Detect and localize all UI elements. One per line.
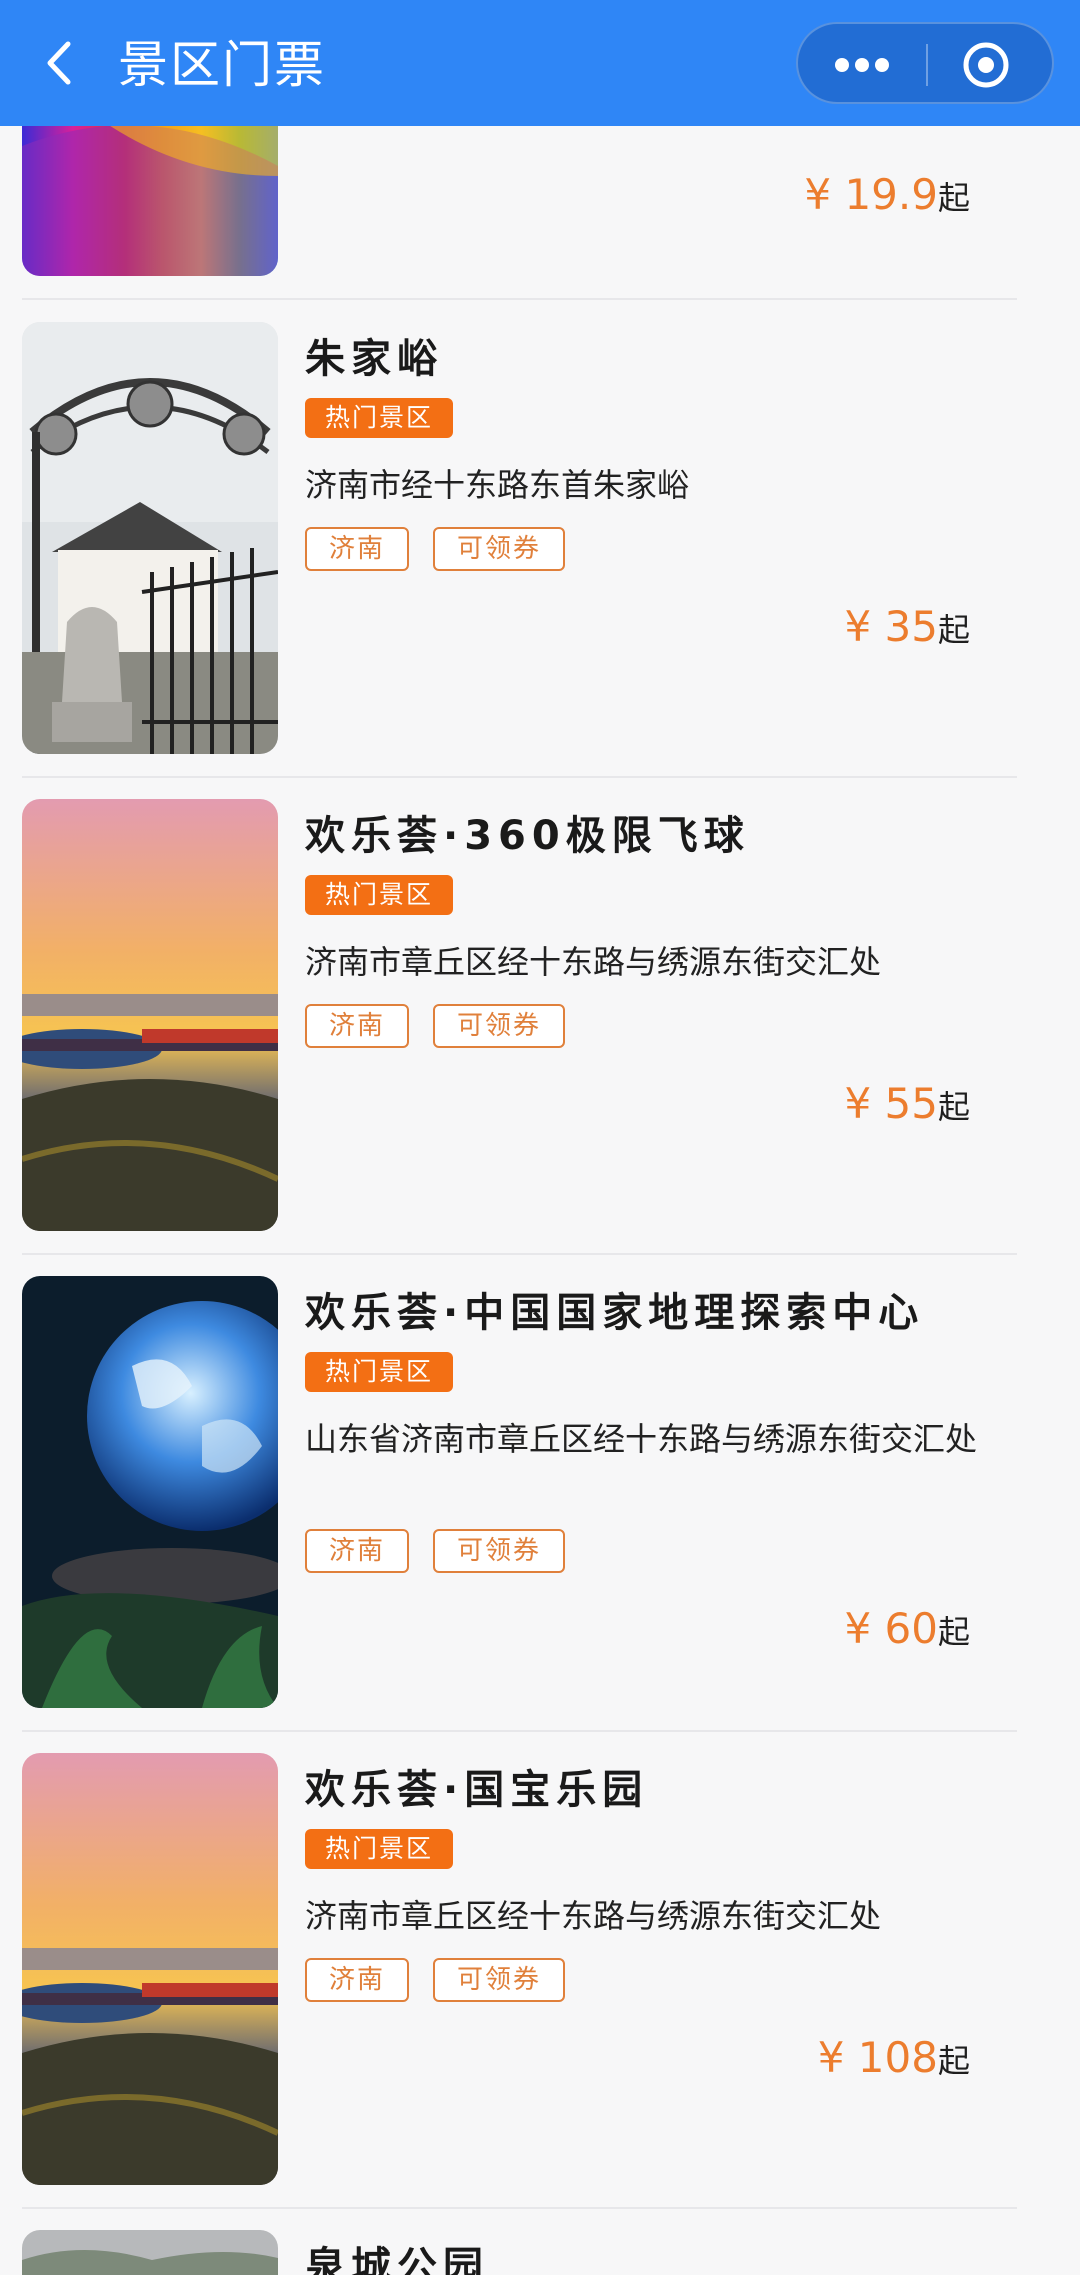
scenic-name[interactable]: 欢乐荟·360极限飞球 (305, 803, 750, 861)
more-dots-icon (835, 58, 889, 72)
mini-program-capsule (796, 22, 1054, 104)
scenic-thumbnail[interactable] (22, 799, 278, 1231)
more-button[interactable] (798, 24, 926, 106)
divider (22, 776, 1017, 778)
divider (22, 1730, 1017, 1732)
price-suffix: 起 (937, 1088, 970, 1126)
scenic-thumbnail[interactable] (22, 1276, 278, 1708)
price-suffix: 起 (937, 179, 970, 217)
price-value: ¥ 35 (844, 602, 938, 651)
scenic-name[interactable]: 欢乐荟·中国国家地理探索中心 (305, 1280, 924, 1338)
price-value: ¥ 60 (844, 1604, 938, 1653)
price: ¥ 19.9起 (804, 170, 970, 219)
price-value: ¥ 108 (817, 2033, 938, 2082)
scenic-thumbnail[interactable] (22, 1753, 278, 2185)
scenic-name[interactable]: 朱家峪 (305, 326, 443, 384)
divider (22, 298, 1017, 300)
target-circle-icon (963, 42, 1009, 88)
hot-badge: 热门景区 (305, 1829, 454, 1869)
close-button[interactable] (928, 24, 1056, 106)
scenic-name[interactable]: 欢乐荟·国宝乐园 (305, 1757, 648, 1815)
price-value: ¥ 19.9 (804, 170, 938, 219)
city-tag: 济南 (305, 1529, 410, 1573)
coupon-tag[interactable]: 可领券 (433, 1529, 566, 1573)
price-value: ¥ 55 (844, 1079, 938, 1128)
scenic-thumbnail[interactable] (22, 322, 278, 754)
navigation-bar: 景区门票 (0, 0, 1080, 126)
hot-badge: 热门景区 (305, 875, 454, 915)
city-tag: 济南 (305, 1958, 410, 2002)
back-button[interactable] (32, 28, 92, 98)
price: ¥ 55起 (844, 1079, 970, 1128)
price: ¥ 108起 (818, 2033, 970, 2082)
scenic-name[interactable]: 泉城公园 (305, 2234, 489, 2275)
scenic-thumbnail[interactable] (22, 2230, 278, 2275)
coupon-tag[interactable]: 可领券 (433, 1958, 566, 2002)
scenic-address: 济南市章丘区经十东路与绣源东街交汇处 (305, 943, 882, 981)
city-tag: 济南 (305, 1004, 410, 1048)
chevron-left-icon (47, 41, 71, 85)
page-title: 景区门票 (118, 36, 326, 94)
scenic-ticket-page: 济南 可领券 ¥ 19.9起 (0, 0, 1080, 2275)
price: ¥ 60起 (844, 1604, 970, 1653)
price-suffix: 起 (937, 611, 970, 649)
city-tag: 济南 (305, 527, 410, 571)
price: ¥ 35起 (844, 602, 970, 651)
coupon-tag[interactable]: 可领券 (433, 527, 566, 571)
price-suffix: 起 (937, 1613, 970, 1651)
divider (22, 2207, 1017, 2209)
coupon-tag[interactable]: 可领券 (433, 1004, 566, 1048)
scenic-address: 山东省济南市章丘区经十东路与绣源东街交汇处 (305, 1420, 978, 1458)
scenic-address: 济南市章丘区经十东路与绣源东街交汇处 (305, 1897, 882, 1935)
hot-badge: 热门景区 (305, 398, 454, 438)
price-suffix: 起 (937, 2042, 970, 2080)
scenic-address: 济南市经十东路东首朱家峪 (305, 466, 690, 504)
divider (22, 1253, 1017, 1255)
hot-badge: 热门景区 (305, 1352, 454, 1392)
